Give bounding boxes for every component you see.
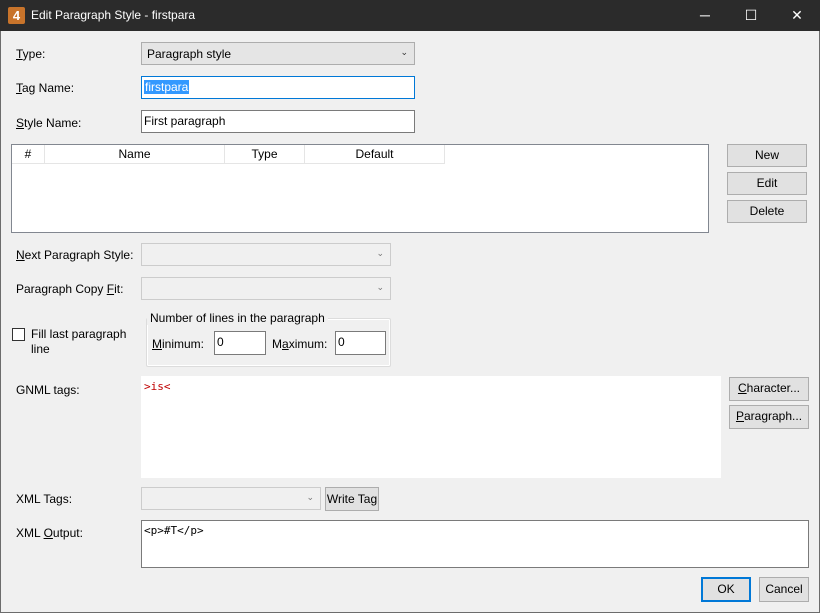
style-name-input[interactable]: First paragraph bbox=[141, 110, 415, 133]
style-name-value: First paragraph bbox=[144, 114, 226, 128]
chevron-down-icon: ⌄ bbox=[306, 492, 314, 502]
gnml-label: GNML tags: bbox=[16, 383, 80, 397]
edit-button[interactable]: Edit bbox=[727, 172, 807, 195]
gnml-textarea[interactable]: >is< bbox=[141, 376, 721, 478]
tag-name-input[interactable]: firstpara bbox=[141, 76, 415, 99]
xml-output-textarea[interactable]: <p>#T</p> bbox=[141, 520, 809, 568]
cancel-button[interactable]: Cancel bbox=[759, 577, 809, 602]
xml-tags-label: XML Tags: bbox=[16, 492, 73, 506]
delete-button[interactable]: Delete bbox=[727, 200, 807, 223]
copyfit-dropdown[interactable]: ⌄ bbox=[141, 277, 391, 300]
gnml-value: >is< bbox=[144, 380, 171, 393]
minimum-label: Minimum: bbox=[152, 337, 205, 351]
chevron-down-icon: ⌄ bbox=[400, 47, 408, 57]
maximum-value: 0 bbox=[338, 335, 345, 349]
chevron-down-icon: ⌄ bbox=[376, 248, 384, 258]
next-style-label: Next Paragraph Style: bbox=[16, 248, 134, 262]
maximum-input[interactable]: 0 bbox=[335, 331, 386, 355]
xml-tags-dropdown[interactable]: ⌄ bbox=[141, 487, 321, 510]
window-title: Edit Paragraph Style - firstpara bbox=[31, 8, 196, 22]
fill-last-line-label: Fill last paragraph line bbox=[31, 327, 126, 357]
ok-button[interactable]: OK bbox=[701, 577, 751, 602]
tag-name-label: Tag Name: bbox=[16, 81, 75, 95]
type-label-text: ype: bbox=[22, 47, 46, 61]
paragraph-button[interactable]: Paragraph... bbox=[729, 405, 809, 429]
maximize-button[interactable]: ☐ bbox=[728, 0, 774, 31]
fill-last-line-checkbox[interactable] bbox=[12, 328, 25, 341]
character-button[interactable]: Character... bbox=[729, 377, 809, 401]
fill-last-line-label-2: line bbox=[31, 342, 50, 356]
title-bar[interactable]: 4 Edit Paragraph Style - firstpara ─ ☐ ✕ bbox=[0, 0, 820, 31]
xml-output-label: XML Output: bbox=[16, 526, 83, 540]
type-dropdown[interactable]: Paragraph style ⌄ bbox=[141, 42, 415, 65]
style-name-label: Style Name: bbox=[16, 116, 82, 130]
write-tag-button[interactable]: Write Tag bbox=[325, 487, 379, 511]
tag-name-value: firstpara bbox=[144, 80, 190, 94]
grid-header-number[interactable]: # bbox=[12, 145, 45, 164]
close-button[interactable]: ✕ bbox=[774, 0, 820, 31]
attributes-grid[interactable]: # Name Type Default bbox=[11, 144, 709, 233]
minimize-button[interactable]: ─ bbox=[682, 0, 728, 31]
next-style-dropdown[interactable]: ⌄ bbox=[141, 243, 391, 266]
maximum-label: Maximum: bbox=[272, 337, 328, 351]
type-label: Type: bbox=[16, 47, 46, 61]
app-icon: 4 bbox=[8, 7, 25, 24]
grid-header-default[interactable]: Default bbox=[305, 145, 445, 164]
minimum-input[interactable]: 0 bbox=[214, 331, 266, 355]
xml-output-value: <p>#T</p> bbox=[144, 524, 204, 537]
grid-header-type[interactable]: Type bbox=[225, 145, 305, 164]
fill-last-line-label-1: Fill last paragraph bbox=[31, 327, 127, 341]
chevron-down-icon: ⌄ bbox=[376, 282, 384, 292]
new-button[interactable]: New bbox=[727, 144, 807, 167]
type-dropdown-value: Paragraph style bbox=[147, 47, 232, 61]
lines-group-title: Number of lines in the paragraph bbox=[147, 311, 328, 325]
copyfit-label: Paragraph Copy Fit: bbox=[16, 282, 124, 296]
minimum-value: 0 bbox=[217, 335, 224, 349]
grid-header-name[interactable]: Name bbox=[45, 145, 225, 164]
